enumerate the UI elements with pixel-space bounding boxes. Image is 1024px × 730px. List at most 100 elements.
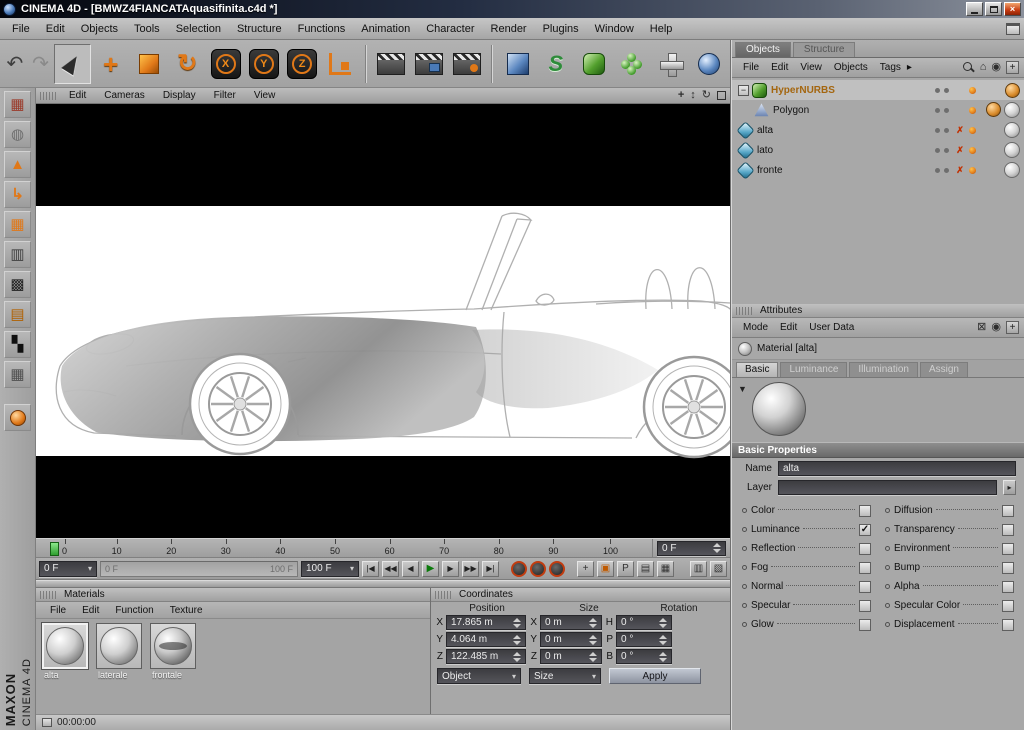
- eye-icon[interactable]: ◉: [991, 62, 1001, 73]
- materials-menu-function[interactable]: Function: [107, 605, 161, 616]
- tree-row-hypernurbs[interactable]: − HyperNURBS: [732, 80, 1024, 100]
- texture-tag-icon[interactable]: [1004, 162, 1020, 178]
- menu-animation[interactable]: Animation: [353, 21, 418, 37]
- next-key-button[interactable]: ▶▶: [462, 561, 479, 577]
- visibility-dot[interactable]: [944, 168, 949, 173]
- visibility-dot[interactable]: [935, 128, 940, 133]
- viewport-menu-display[interactable]: Display: [154, 90, 205, 101]
- maximize-button[interactable]: [985, 2, 1002, 16]
- redo-button[interactable]: ↷: [29, 44, 53, 84]
- attr-menu-userdata[interactable]: User Data: [803, 322, 860, 333]
- materials-menu-file[interactable]: File: [42, 605, 74, 616]
- material-item[interactable]: alta: [42, 623, 90, 680]
- preview-collapse-icon[interactable]: ▼: [738, 384, 747, 394]
- axis-lock-button[interactable]: [4, 404, 31, 431]
- viewport-pan-icon[interactable]: +: [678, 90, 684, 101]
- material-name-field[interactable]: alta: [778, 461, 1016, 476]
- lock-icon[interactable]: ⊠: [977, 322, 986, 333]
- menu-file[interactable]: File: [4, 21, 38, 37]
- record-position-button[interactable]: [511, 561, 527, 577]
- minimize-button[interactable]: [966, 2, 983, 16]
- channel-checkbox[interactable]: ✓: [859, 524, 871, 536]
- prev-frame-button[interactable]: ◀: [402, 561, 419, 577]
- add-panel-button[interactable]: +: [1006, 61, 1019, 74]
- channel-checkbox[interactable]: [859, 581, 871, 593]
- visibility-dot[interactable]: [935, 108, 940, 113]
- materials-menu-edit[interactable]: Edit: [74, 605, 107, 616]
- enable-dot[interactable]: [969, 167, 976, 174]
- timeline-ruler[interactable]: 0 10 20 30 40 50 60 70 80 90 100 0 F: [36, 538, 730, 558]
- rotation-p-field[interactable]: 0 °: [616, 632, 672, 647]
- tab-luminance[interactable]: Luminance: [780, 362, 847, 377]
- snap-settings-button[interactable]: ▦: [4, 361, 31, 388]
- panel-grip[interactable]: [40, 92, 56, 100]
- material-preview-sphere[interactable]: [752, 382, 806, 436]
- parameter-record-button[interactable]: P: [617, 561, 634, 577]
- disabled-x-icon[interactable]: ✗: [954, 165, 966, 176]
- menu-edit[interactable]: Edit: [38, 21, 73, 37]
- home-icon[interactable]: ⌂: [980, 62, 987, 73]
- object-axis-mode-button[interactable]: ▤: [4, 301, 31, 328]
- channel-checkbox[interactable]: [1002, 543, 1014, 555]
- play-button[interactable]: ▶: [422, 561, 439, 577]
- make-editable-button[interactable]: ▦: [4, 91, 31, 118]
- coordinate-size-dropdown[interactable]: Size▾: [529, 668, 601, 684]
- disabled-x-icon[interactable]: ✗: [954, 125, 966, 136]
- material-item[interactable]: frontale: [150, 623, 198, 680]
- phong-tag-icon[interactable]: [986, 102, 1001, 117]
- visibility-dot[interactable]: [944, 128, 949, 133]
- position-x-field[interactable]: 17.865 m: [446, 615, 526, 630]
- tree-row-alta[interactable]: alta ✗: [732, 120, 1024, 140]
- menu-render[interactable]: Render: [483, 21, 535, 37]
- current-frame-field[interactable]: 0 F: [657, 541, 726, 556]
- lock-x-axis-button[interactable]: X: [207, 44, 243, 84]
- channel-checkbox[interactable]: [859, 505, 871, 517]
- array-tools-button[interactable]: [614, 44, 650, 84]
- tab-assign[interactable]: Assign: [920, 362, 968, 377]
- frame-range-slider[interactable]: 0 F 100 F: [100, 561, 298, 577]
- scale-tool-button[interactable]: [131, 44, 167, 84]
- menu-window[interactable]: Window: [587, 21, 642, 37]
- autokey-button[interactable]: ▣: [597, 561, 614, 577]
- next-frame-button[interactable]: ▶: [442, 561, 459, 577]
- lock-z-axis-button[interactable]: Z: [284, 44, 320, 84]
- tree-row-polygon[interactable]: Polygon: [732, 100, 1024, 120]
- texture-tag-icon[interactable]: [1004, 142, 1020, 158]
- channel-checkbox[interactable]: [1002, 600, 1014, 612]
- texture-tag-icon[interactable]: [1004, 122, 1020, 138]
- menu-help[interactable]: Help: [642, 21, 681, 37]
- menu-plugins[interactable]: Plugins: [535, 21, 587, 37]
- om-menu-file[interactable]: File: [737, 62, 765, 73]
- fcurve-window-button[interactable]: ▦: [657, 561, 674, 577]
- hypernurbs-button[interactable]: [576, 44, 612, 84]
- enable-dot[interactable]: [969, 147, 976, 154]
- coordinate-object-dropdown[interactable]: Object▾: [437, 668, 521, 684]
- menu-structure[interactable]: Structure: [229, 21, 290, 37]
- visibility-dot[interactable]: [944, 148, 949, 153]
- layout-toggle-left-icon[interactable]: ▥: [690, 561, 707, 577]
- size-z-field[interactable]: 0 m: [540, 649, 602, 664]
- move-tool-button[interactable]: +: [93, 44, 129, 84]
- render-view-button[interactable]: [373, 44, 409, 84]
- om-menu-edit[interactable]: Edit: [765, 62, 794, 73]
- phong-tag-icon[interactable]: [1005, 83, 1020, 98]
- record-rotation-button[interactable]: [549, 561, 565, 577]
- collapse-icon[interactable]: −: [738, 85, 749, 96]
- channel-checkbox[interactable]: [1002, 562, 1014, 574]
- lock-y-axis-button[interactable]: Y: [246, 44, 282, 84]
- channel-checkbox[interactable]: [1002, 619, 1014, 631]
- autokey-move-button[interactable]: +: [577, 561, 594, 577]
- tree-row-fronte[interactable]: fronte ✗: [732, 160, 1024, 180]
- search-icon[interactable]: [963, 62, 975, 74]
- menu-selection[interactable]: Selection: [168, 21, 229, 37]
- menu-functions[interactable]: Functions: [290, 21, 354, 37]
- visibility-dot[interactable]: [935, 148, 940, 153]
- panel-grip[interactable]: [435, 591, 451, 599]
- enable-dot[interactable]: [969, 107, 976, 114]
- materials-menu-texture[interactable]: Texture: [162, 605, 211, 616]
- rotation-b-field[interactable]: 0 °: [616, 649, 672, 664]
- menu-overflow-icon[interactable]: ▸: [907, 62, 912, 73]
- range-start-field[interactable]: 0 F▾: [39, 561, 97, 577]
- channel-checkbox[interactable]: [859, 562, 871, 574]
- range-end-field[interactable]: 100 F▾: [301, 561, 359, 577]
